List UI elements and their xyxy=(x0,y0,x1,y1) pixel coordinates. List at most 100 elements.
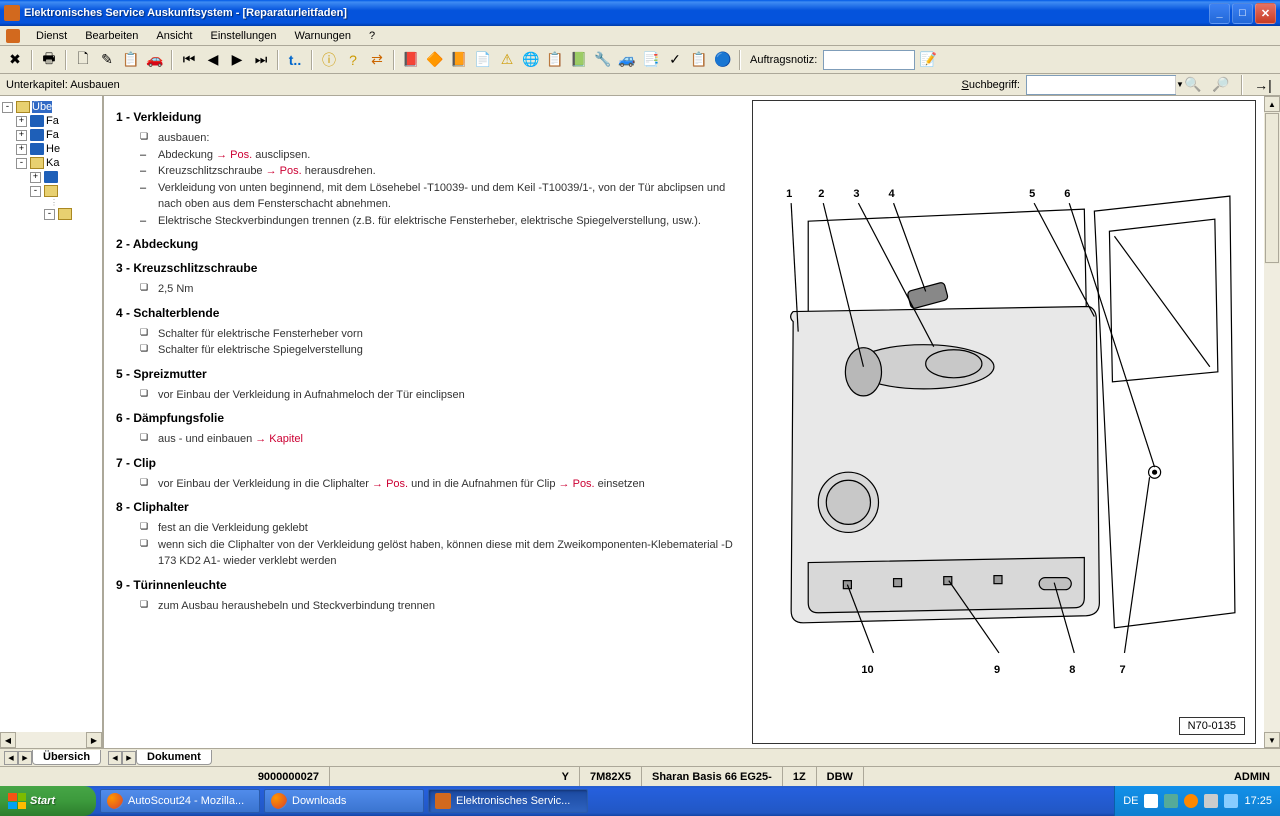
menu-bearbeiten[interactable]: Bearbeiten xyxy=(77,28,146,44)
search-input[interactable] xyxy=(1027,79,1175,91)
menu-ansicht[interactable]: Ansicht xyxy=(148,28,200,44)
maximize-button[interactable]: □ xyxy=(1232,3,1253,24)
s8-i2: wenn sich die Cliphalter von der Verklei… xyxy=(158,537,740,570)
close-button[interactable]: ✕ xyxy=(1255,3,1276,24)
tray-icon-5[interactable] xyxy=(1224,794,1238,808)
search-btn1[interactable]: 🔍 xyxy=(1182,74,1204,96)
tb-b6[interactable]: 🌐 xyxy=(520,49,542,71)
tb-notepad[interactable]: 📝 xyxy=(917,49,939,71)
tb-first[interactable]: ⏮ xyxy=(178,49,200,71)
svg-text:10: 10 xyxy=(861,664,873,676)
tb-b7[interactable]: 📋 xyxy=(544,49,566,71)
menu-einstellungen[interactable]: Einstellungen xyxy=(202,28,284,44)
search-btn3[interactable]: →| xyxy=(1252,74,1274,96)
tree-root-label: Übe xyxy=(32,101,52,113)
tb-edit[interactable]: ✎ xyxy=(96,49,118,71)
tree-item-0[interactable]: + Fa xyxy=(2,114,100,128)
tb-clipboard[interactable]: 📋 xyxy=(120,49,142,71)
task-1[interactable]: AutoScout24 - Mozilla... xyxy=(100,789,260,813)
tb-doc[interactable]: 🗋 xyxy=(72,49,94,71)
task-2[interactable]: Downloads xyxy=(264,789,424,813)
tb-b14[interactable]: 🔵 xyxy=(712,49,734,71)
tree-toggle-icon[interactable]: - xyxy=(44,209,55,220)
tree-dots: ⋮ xyxy=(22,198,100,207)
tb-b3[interactable]: 📙 xyxy=(448,49,470,71)
link-kapitel[interactable]: → Kapitel xyxy=(255,433,303,445)
link-pos[interactable]: → Pos. xyxy=(372,478,408,490)
scroll-right[interactable]: ▶ xyxy=(86,732,102,748)
scroll-down[interactable]: ▼ xyxy=(1264,732,1280,748)
tab-nav-right[interactable]: ▶ xyxy=(18,751,32,765)
tray-icon-3[interactable] xyxy=(1184,794,1198,808)
menu-dienst[interactable]: Dienst xyxy=(28,28,75,44)
tb-b8[interactable]: 📗 xyxy=(568,49,590,71)
sidebar-scrollbar[interactable]: ◀ ▶ xyxy=(0,732,102,748)
tb-b4[interactable]: 📄 xyxy=(472,49,494,71)
tree-sub-2[interactable]: - xyxy=(2,184,100,198)
clock[interactable]: 17:25 xyxy=(1244,795,1272,807)
tab-nav-left[interactable]: ◀ xyxy=(4,751,18,765)
tree-item-2[interactable]: + He xyxy=(2,142,100,156)
tb-b2[interactable]: 🔶 xyxy=(424,49,446,71)
tree-item-1[interactable]: + Fa xyxy=(2,128,100,142)
task-label: Downloads xyxy=(292,795,346,807)
tb-prev[interactable]: ◀ xyxy=(202,49,224,71)
tb-t[interactable]: t.. xyxy=(284,49,306,71)
auftragsnotiz-input[interactable] xyxy=(823,50,915,70)
start-button[interactable]: Start xyxy=(0,786,96,816)
tb-info[interactable]: ⓘ xyxy=(318,49,340,71)
tb-help[interactable]: ? xyxy=(342,49,364,71)
menu-warnungen[interactable]: Warnungen xyxy=(287,28,359,44)
minimize-button[interactable]: _ xyxy=(1209,3,1230,24)
tab-nav-right[interactable]: ▶ xyxy=(122,751,136,765)
content-scrollbar[interactable]: ▲ ▼ xyxy=(1264,96,1280,748)
search-btn2[interactable]: 🔎 xyxy=(1210,74,1232,96)
lang-indicator[interactable]: DE xyxy=(1123,795,1138,807)
tb-print[interactable]: 🖶 xyxy=(38,49,60,71)
task-3[interactable]: Elektronisches Servic... xyxy=(428,789,588,813)
task-label: Elektronisches Servic... xyxy=(456,795,570,807)
tb-b11[interactable]: 📑 xyxy=(640,49,662,71)
menu-help[interactable]: ? xyxy=(361,28,383,44)
tb-swap[interactable]: ⇄ xyxy=(366,49,388,71)
book-open-icon xyxy=(44,185,58,197)
tree-sub-3[interactable]: - xyxy=(2,207,100,221)
tree-root[interactable]: - Übe xyxy=(2,100,100,114)
scroll-thumb[interactable] xyxy=(1265,113,1279,263)
s4-i1: Schalter für elektrische Fensterheber vo… xyxy=(158,326,740,343)
tree-sub-1[interactable]: + xyxy=(2,170,100,184)
tree-toggle[interactable]: - xyxy=(2,102,13,113)
tb-b13[interactable]: 📋 xyxy=(688,49,710,71)
tab-document[interactable]: Dokument xyxy=(136,750,212,765)
content: 1 - Verkleidung ❏ausbauen: –Abdeckung → … xyxy=(104,96,1280,748)
tree-toggle-icon[interactable]: + xyxy=(16,116,27,127)
link-pos[interactable]: → Pos. xyxy=(559,478,595,490)
tb-b12[interactable]: ✓ xyxy=(664,49,686,71)
tree-toggle-icon[interactable]: + xyxy=(16,144,27,155)
tree-item-3[interactable]: - Ka xyxy=(2,156,100,170)
link-pos[interactable]: → Pos. xyxy=(216,149,252,161)
tb-last[interactable]: ⏭ xyxy=(250,49,272,71)
tb-b5[interactable]: ⚠ xyxy=(496,49,518,71)
tb-b10[interactable]: 🚙 xyxy=(616,49,638,71)
tray-icon-2[interactable] xyxy=(1164,794,1178,808)
tree-toggle-icon[interactable]: + xyxy=(16,130,27,141)
link-pos[interactable]: → Pos. xyxy=(266,165,302,177)
tree-toggle-icon[interactable]: - xyxy=(16,158,27,169)
tb-b9[interactable]: 🔧 xyxy=(592,49,614,71)
scroll-up[interactable]: ▲ xyxy=(1264,96,1280,112)
scroll-track[interactable] xyxy=(16,732,86,748)
tb-next[interactable]: ▶ xyxy=(226,49,248,71)
tray-icon-1[interactable] xyxy=(1144,794,1158,808)
tree-toggle-icon[interactable]: + xyxy=(30,172,41,183)
tab-nav-left[interactable]: ◀ xyxy=(108,751,122,765)
tab-overview[interactable]: Übersich xyxy=(32,750,101,765)
scroll-track[interactable] xyxy=(1264,264,1280,732)
tb-delete[interactable]: ✖ xyxy=(4,49,26,71)
search-field[interactable]: ▼ xyxy=(1026,75,1176,95)
scroll-left[interactable]: ◀ xyxy=(0,732,16,748)
tb-car[interactable]: 🚗 xyxy=(144,49,166,71)
tree-toggle-icon[interactable]: - xyxy=(30,186,41,197)
tb-b1[interactable]: 📕 xyxy=(400,49,422,71)
tray-icon-4[interactable] xyxy=(1204,794,1218,808)
